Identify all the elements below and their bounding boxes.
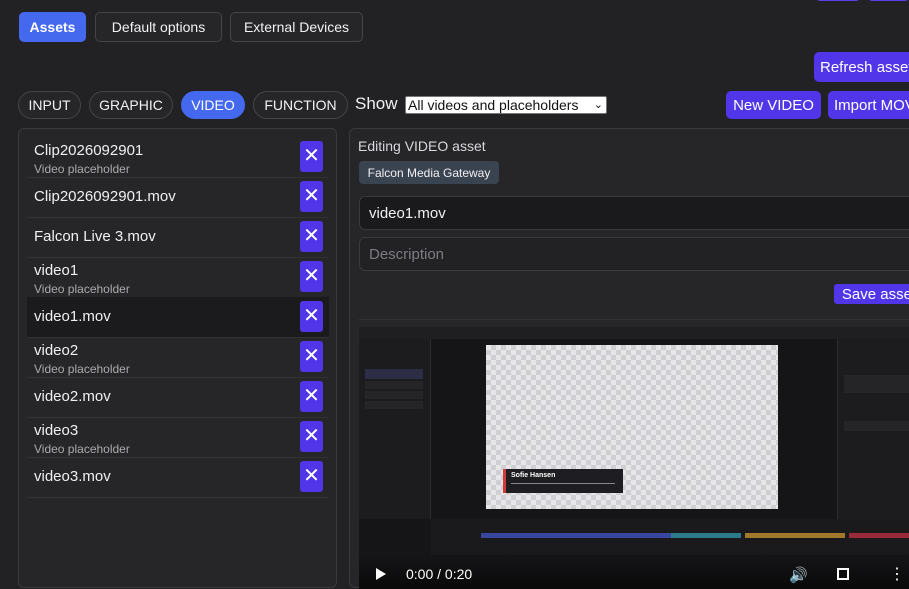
remove-asset-button[interactable]: ✕ (300, 381, 323, 412)
tab-default-options[interactable]: Default options (95, 12, 222, 42)
asset-list-item[interactable]: Clip2026092901.mov ✕ (27, 177, 329, 218)
asset-title: video3.mov (34, 468, 111, 485)
asset-subtitle: Video placeholder (34, 362, 130, 376)
remove-asset-button[interactable]: ✕ (300, 301, 323, 332)
asset-list-item[interactable]: video1.mov ✕ (27, 297, 329, 338)
description-field[interactable]: Description (359, 237, 909, 271)
show-filter-value: All videos and placeholders (408, 97, 579, 113)
asset-list-panel: Clip2026092901 Video placeholder ✕ Clip2026… (18, 128, 337, 588)
remove-asset-button[interactable]: ✕ (300, 261, 323, 292)
asset-list-item[interactable]: Clip2026092901 Video placeholder ✕ (27, 137, 329, 178)
asset-name-field[interactable]: video1.mov (359, 196, 909, 230)
asset-list-item[interactable]: video2.mov ✕ (27, 377, 329, 418)
chevron-down-icon: ⌄ (593, 99, 603, 111)
player-controls: 0:00 / 0:20 🔊 ⋮ (359, 555, 909, 589)
asset-subtitle: Video placeholder (34, 442, 130, 456)
tab-external-devices[interactable]: External Devices (230, 12, 363, 42)
asset-list-item[interactable]: video1 Video placeholder ✕ (27, 257, 329, 298)
video-frame-sidebar (359, 339, 431, 519)
remove-asset-button[interactable]: ✕ (300, 141, 323, 172)
asset-title: video1.mov (34, 308, 111, 325)
asset-title: Clip2026092901.mov (34, 188, 176, 205)
asset-title: video2.mov (34, 388, 111, 405)
remove-asset-button[interactable]: ✕ (300, 421, 323, 452)
top-partial-button[interactable] (816, 0, 860, 1)
remove-asset-button[interactable]: ✕ (300, 221, 323, 252)
asset-title: video1 (34, 262, 79, 279)
show-filter-select[interactable]: All videos and placeholders ⌄ (405, 96, 607, 114)
remove-asset-button[interactable]: ✕ (300, 181, 323, 212)
lower-third-line (511, 483, 615, 484)
video-frame-box (844, 375, 909, 393)
remove-asset-button[interactable]: ✕ (300, 341, 323, 372)
volume-icon[interactable]: 🔊 (789, 566, 808, 584)
asset-subtitle: Video placeholder (34, 162, 130, 176)
asset-list-item[interactable]: video3.mov ✕ (27, 457, 329, 498)
tab-input[interactable]: INPUT (18, 91, 81, 119)
video-frame-timeline (431, 519, 909, 555)
tab-graphic[interactable]: GRAPHIC (89, 91, 173, 119)
remove-asset-button[interactable]: ✕ (300, 461, 323, 492)
more-options-icon[interactable]: ⋮ (889, 564, 905, 584)
video-frame-canvas: Sofie Hansen (486, 345, 778, 509)
editor-panel: Editing VIDEO asset Falcon Media Gateway… (349, 128, 909, 589)
video-player[interactable]: Sofie Hansen 0:00 / 0:20 🔊 ⋮ (359, 327, 909, 589)
asset-list-item[interactable]: Falcon Live 3.mov ✕ (27, 217, 329, 258)
asset-title: Clip2026092901 (34, 142, 144, 159)
show-label: Show (355, 94, 398, 113)
lower-third-name: Sofie Hansen (511, 472, 556, 479)
timeline-clip (671, 533, 741, 538)
fullscreen-icon[interactable] (837, 568, 849, 580)
tab-video[interactable]: VIDEO (181, 91, 245, 119)
tab-assets[interactable]: Assets (19, 12, 86, 42)
asset-title: video2 (34, 342, 79, 359)
asset-list-item[interactable]: video3 Video placeholder ✕ (27, 417, 329, 458)
timeline-clip (481, 533, 671, 538)
video-frame-right-panel (837, 339, 909, 519)
top-partial-button[interactable] (868, 0, 909, 1)
divider (359, 319, 909, 320)
video-frame-box (844, 421, 909, 431)
video-frame-topbar (359, 327, 909, 339)
asset-title: video3 (34, 422, 79, 439)
refresh-assets-button[interactable]: Refresh assets (814, 52, 909, 82)
video-frame-row (365, 381, 423, 389)
play-icon[interactable] (376, 568, 386, 580)
video-frame-row (365, 401, 423, 409)
video-frame-row (365, 369, 423, 379)
lower-third: Sofie Hansen (503, 469, 623, 493)
video-time: 0:00 / 0:20 (406, 566, 473, 582)
asset-subtitle: Video placeholder (34, 282, 130, 296)
asset-list-item[interactable]: video2 Video placeholder ✕ (27, 337, 329, 378)
import-mov-button[interactable]: Import MOV (828, 91, 909, 119)
editor-heading: Editing VIDEO asset (358, 138, 486, 154)
video-frame-row (365, 391, 423, 399)
save-asset-button[interactable]: Save asset (834, 284, 909, 304)
new-video-button[interactable]: New VIDEO (726, 91, 821, 119)
timeline-clip (849, 533, 909, 538)
source-tag: Falcon Media Gateway (359, 161, 499, 184)
timeline-clip (745, 533, 845, 538)
tab-function[interactable]: FUNCTION (253, 91, 348, 119)
asset-title: Falcon Live 3.mov (34, 228, 156, 245)
